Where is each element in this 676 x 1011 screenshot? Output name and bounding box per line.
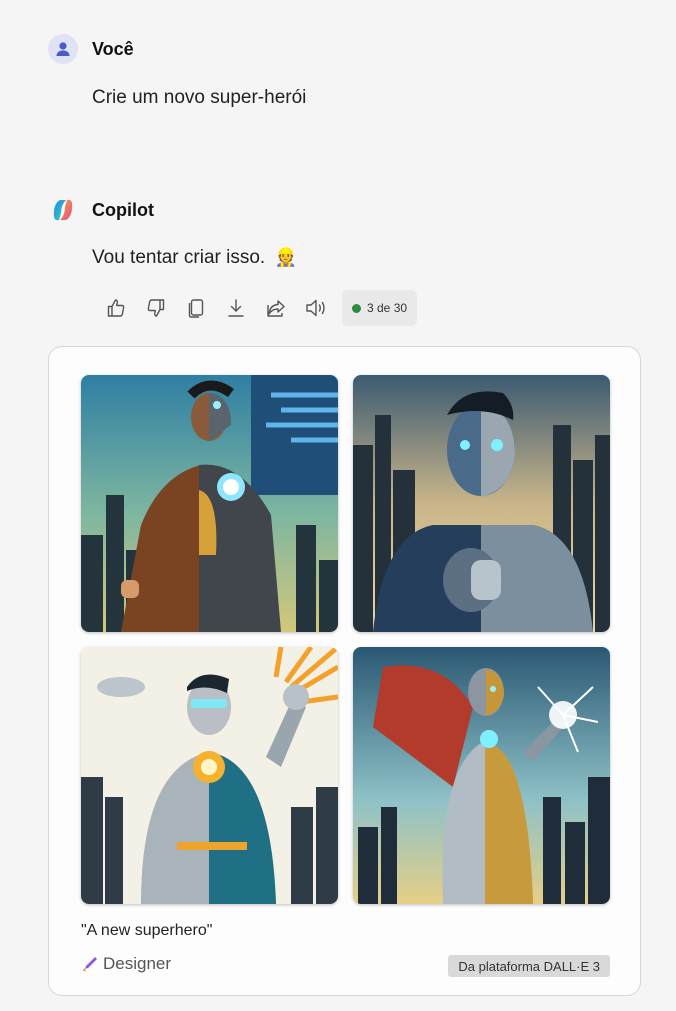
copilot-logo-icon: [48, 195, 78, 225]
share-icon: [267, 300, 285, 317]
speaker-icon: [306, 299, 325, 317]
copilot-name: Copilot: [92, 199, 154, 220]
user-message-header: Você: [48, 34, 134, 64]
user-name: Você: [92, 38, 134, 59]
message-actions: 3 de 30: [100, 290, 418, 326]
dislike-button[interactable]: [140, 290, 172, 326]
user-avatar-icon: [48, 34, 78, 64]
generated-image-2[interactable]: [353, 375, 610, 632]
copy-icon: [188, 299, 204, 318]
message-counter: 3 de 30: [342, 290, 418, 326]
copy-button[interactable]: [180, 290, 212, 326]
designer-link[interactable]: Designer: [81, 954, 171, 974]
read-aloud-button[interactable]: [300, 290, 332, 326]
image-caption: "A new superhero": [81, 922, 213, 939]
thumbs-up-icon: [107, 299, 125, 317]
download-button[interactable]: [220, 290, 252, 326]
share-button[interactable]: [260, 290, 292, 326]
copilot-message: Vou tentar criar isso. 👷: [92, 247, 297, 269]
status-dot-icon: [352, 303, 361, 313]
generated-image-3[interactable]: [81, 647, 338, 904]
designer-label: Designer: [103, 954, 172, 973]
counter-text: 3 de 30: [367, 301, 408, 315]
source-badge: Da plataforma DALL·E 3: [448, 955, 610, 977]
download-icon: [228, 299, 244, 317]
like-button[interactable]: [100, 290, 132, 326]
copilot-message-header: Copilot: [48, 195, 154, 225]
thumbs-down-icon: [147, 299, 165, 317]
user-message-text: Crie um novo super-herói: [92, 87, 307, 108]
generated-image-1[interactable]: [81, 375, 338, 632]
construction-worker-emoji: 👷: [274, 247, 297, 267]
image-result-card: "A new superhero" Designer Da plataforma…: [48, 346, 641, 996]
generated-image-4[interactable]: [353, 647, 610, 904]
designer-logo-icon: [83, 957, 97, 972]
copilot-message-text: Vou tentar criar isso.: [92, 247, 266, 268]
